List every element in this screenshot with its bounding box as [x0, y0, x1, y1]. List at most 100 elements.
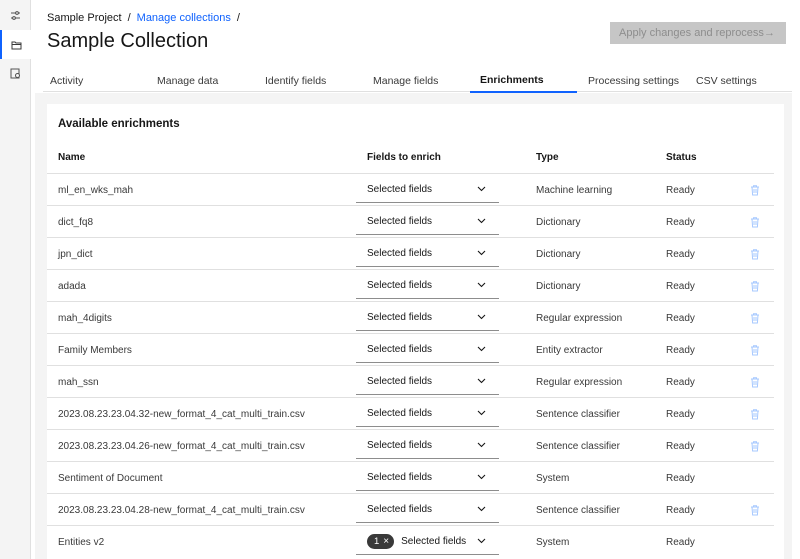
chevron-down-icon: [477, 282, 486, 288]
enrichment-type: Dictionary: [536, 248, 581, 260]
trash-icon[interactable]: [749, 344, 761, 356]
selected-count-tag[interactable]: 1 ×: [367, 534, 395, 549]
fields-dropdown[interactable]: Selected fields: [356, 241, 499, 267]
column-header-type: Type: [536, 152, 559, 163]
table-row: Family Members Selected fields Entity ex…: [47, 333, 774, 365]
enrichment-name: mah_ssn: [58, 376, 99, 388]
table-row: 2023.08.23.23.04.32-new_format_4_cat_mul…: [47, 397, 774, 429]
dropdown-value: Selected fields: [401, 536, 467, 547]
table-row: ml_en_wks_mah Selected fields Machine le…: [47, 173, 774, 205]
fields-dropdown[interactable]: Selected fields: [356, 305, 499, 331]
enrichment-status: Ready: [666, 312, 695, 324]
fields-dropdown[interactable]: Selected fields: [356, 369, 499, 395]
trash-icon[interactable]: [749, 184, 761, 196]
chevron-down-icon: [477, 186, 486, 192]
dropdown-value: Selected fields: [367, 184, 433, 195]
enrichment-status: Ready: [666, 472, 695, 484]
fields-dropdown[interactable]: Selected fields: [356, 209, 499, 235]
apply-changes-button[interactable]: Apply changes and reprocess →: [610, 22, 786, 44]
enrichments-panel: Available enrichments Name Fields to enr…: [47, 104, 784, 559]
enrichment-type: Regular expression: [536, 312, 623, 324]
rail-button-collections[interactable]: [0, 30, 31, 59]
dropdown-value: Selected fields: [367, 408, 433, 419]
dropdown-value: Selected fields: [367, 344, 433, 355]
tab-enrichments[interactable]: Enrichments: [470, 69, 577, 93]
enrichment-name: jpn_dict: [58, 248, 93, 260]
tab-processing-settings[interactable]: Processing settings: [581, 69, 689, 92]
enrichment-name: Entities v2: [58, 536, 105, 548]
enrichment-type: Dictionary: [536, 216, 581, 228]
enrichment-name: mah_4digits: [58, 312, 112, 324]
settings-document-icon: [10, 68, 20, 79]
dropdown-value: Selected fields: [367, 472, 433, 483]
table-row: mah_ssn Selected fields Regular expressi…: [47, 365, 774, 397]
enrichment-type: Sentence classifier: [536, 504, 620, 516]
rail-button-settings[interactable]: [0, 1, 31, 30]
enrichment-type: Machine learning: [536, 184, 613, 196]
enrichment-type: Sentence classifier: [536, 440, 620, 452]
page-title: Sample Collection: [47, 30, 209, 52]
breadcrumb-manage-collections-link[interactable]: Manage collections: [137, 12, 231, 24]
apply-changes-label: Apply changes and reprocess: [619, 27, 764, 39]
fields-dropdown[interactable]: Selected fields: [356, 465, 499, 491]
chevron-down-icon: [477, 410, 486, 416]
trash-icon[interactable]: [749, 312, 761, 324]
enrichment-status: Ready: [666, 344, 695, 356]
selected-count: 1: [374, 536, 380, 547]
enrichment-name: 2023.08.23.23.04.32-new_format_4_cat_mul…: [58, 408, 305, 420]
enrichment-status: Ready: [666, 504, 695, 516]
dropdown-value: Selected fields: [367, 216, 433, 227]
rail-button-documents[interactable]: [0, 59, 31, 88]
enrichment-status: Ready: [666, 408, 695, 420]
column-header-fields: Fields to enrich: [367, 152, 441, 163]
trash-icon[interactable]: [749, 248, 761, 260]
enrichment-type: Dictionary: [536, 280, 581, 292]
enrichment-type: Sentence classifier: [536, 408, 620, 420]
enrichment-name: 2023.08.23.23.04.26-new_format_4_cat_mul…: [58, 440, 305, 452]
trash-icon[interactable]: [749, 440, 761, 452]
fields-dropdown[interactable]: Selected fields: [356, 401, 499, 427]
trash-icon[interactable]: [749, 408, 761, 420]
chevron-down-icon: [477, 442, 486, 448]
dropdown-value: Selected fields: [367, 504, 433, 515]
breadcrumb-project-link[interactable]: Sample Project: [47, 12, 122, 24]
enrichment-name: dict_fq8: [58, 216, 94, 228]
trash-icon[interactable]: [749, 216, 761, 228]
fields-dropdown[interactable]: Selected fields: [356, 273, 499, 299]
column-header-status: Status: [666, 152, 697, 163]
enrichment-name: 2023.08.23.23.04.28-new_format_4_cat_mul…: [58, 504, 305, 516]
enrichment-status: Ready: [666, 280, 695, 292]
fields-dropdown[interactable]: Selected fields: [356, 337, 499, 363]
breadcrumb-separator: /: [127, 12, 131, 24]
dropdown-value: Selected fields: [367, 440, 433, 451]
tab-activity[interactable]: Activity: [43, 69, 150, 92]
fields-dropdown[interactable]: Selected fields: [356, 497, 499, 523]
tab-csv-settings[interactable]: CSV settings: [689, 69, 792, 92]
tab-identify-fields[interactable]: Identify fields: [258, 69, 365, 92]
enrichment-status: Ready: [666, 248, 695, 260]
table-row: dict_fq8 Selected fields Dictionary Read…: [47, 205, 774, 237]
tab-bar: Activity Manage data Identify fields Man…: [43, 69, 792, 93]
enrichment-type: System: [536, 472, 570, 484]
enrichment-name: Sentiment of Document: [58, 472, 163, 484]
left-nav-rail: [0, 0, 31, 559]
trash-icon[interactable]: [749, 504, 761, 516]
trash-icon[interactable]: [749, 280, 761, 292]
enrichment-type: System: [536, 536, 570, 548]
close-icon[interactable]: ×: [383, 536, 389, 547]
chevron-down-icon: [477, 474, 486, 480]
enrichment-name: ml_en_wks_mah: [58, 184, 134, 196]
enrichment-status: Ready: [666, 184, 695, 196]
fields-dropdown[interactable]: 1 × Selected fields: [356, 529, 499, 555]
tab-manage-fields[interactable]: Manage fields: [366, 69, 473, 92]
chevron-down-icon: [477, 538, 486, 544]
enrichment-status: Ready: [666, 440, 695, 452]
chevron-down-icon: [477, 218, 486, 224]
fields-dropdown[interactable]: Selected fields: [356, 433, 499, 459]
table-row: Sentiment of Document Selected fields Sy…: [47, 461, 774, 493]
enrichment-type: Entity extractor: [536, 344, 603, 356]
fields-dropdown[interactable]: Selected fields: [356, 177, 499, 203]
trash-icon[interactable]: [749, 376, 761, 388]
tab-manage-data[interactable]: Manage data: [150, 69, 257, 92]
chevron-down-icon: [477, 250, 486, 256]
